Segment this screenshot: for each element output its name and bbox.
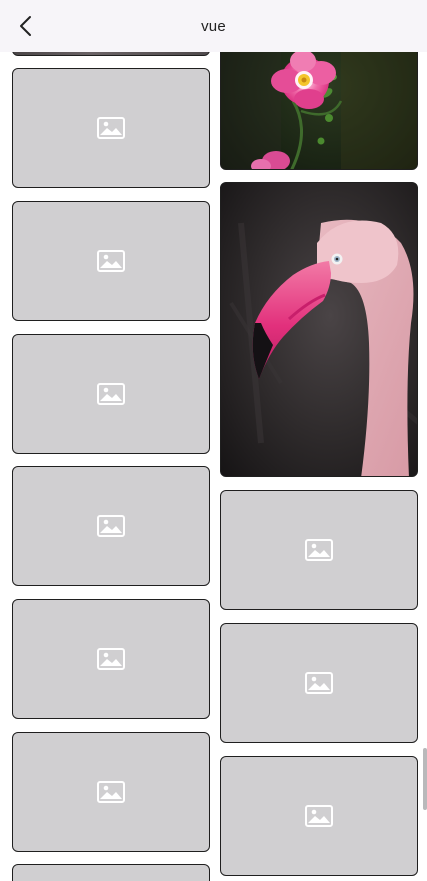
image-card[interactable] xyxy=(220,623,418,743)
image-placeholder-icon xyxy=(97,515,125,537)
image-placeholder-icon xyxy=(305,539,333,561)
flamingo-photo xyxy=(221,183,417,476)
image-card[interactable] xyxy=(220,756,418,876)
image-card[interactable] xyxy=(220,490,418,610)
image-card[interactable] xyxy=(12,466,210,586)
image-card[interactable] xyxy=(12,68,210,188)
image-card[interactable] xyxy=(12,599,210,719)
image-card[interactable] xyxy=(12,334,210,454)
scrollbar-thumb[interactable] xyxy=(423,748,427,810)
back-button[interactable] xyxy=(12,12,40,40)
image-card[interactable] xyxy=(12,864,210,881)
masonry-feed[interactable] xyxy=(0,0,427,881)
image-placeholder-icon xyxy=(97,383,125,405)
top-app-bar: vue xyxy=(0,0,427,52)
image-card[interactable] xyxy=(220,182,418,477)
image-card[interactable] xyxy=(12,732,210,852)
app-root: vue xyxy=(0,0,427,881)
image-placeholder-icon xyxy=(305,805,333,827)
image-placeholder-icon xyxy=(97,648,125,670)
image-placeholder-icon xyxy=(97,781,125,803)
image-placeholder-icon xyxy=(97,117,125,139)
chevron-left-icon xyxy=(20,16,31,36)
page-title: vue xyxy=(201,17,226,35)
image-placeholder-icon xyxy=(305,672,333,694)
image-card[interactable] xyxy=(12,201,210,321)
image-placeholder-icon xyxy=(97,250,125,272)
